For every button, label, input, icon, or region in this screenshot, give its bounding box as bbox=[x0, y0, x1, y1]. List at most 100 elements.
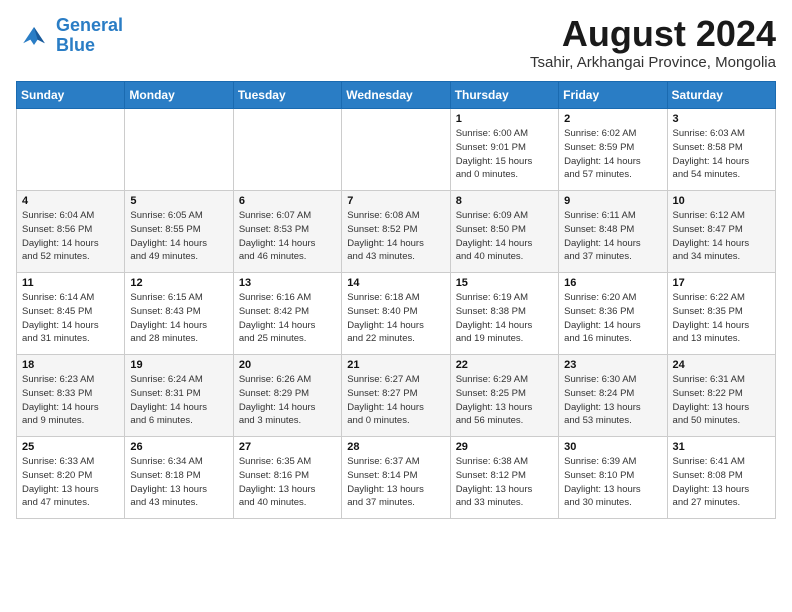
calendar-table: SundayMondayTuesdayWednesdayThursdayFrid… bbox=[16, 81, 776, 519]
weekday-header-row: SundayMondayTuesdayWednesdayThursdayFrid… bbox=[17, 82, 776, 109]
day-number: 3 bbox=[673, 113, 770, 125]
day-cell: 5Sunrise: 6:05 AM Sunset: 8:55 PM Daylig… bbox=[125, 191, 233, 273]
day-info: Sunrise: 6:11 AM Sunset: 8:48 PM Dayligh… bbox=[564, 209, 661, 264]
day-cell: 7Sunrise: 6:08 AM Sunset: 8:52 PM Daylig… bbox=[342, 191, 450, 273]
day-number: 21 bbox=[347, 359, 444, 371]
day-info: Sunrise: 6:30 AM Sunset: 8:24 PM Dayligh… bbox=[564, 373, 661, 428]
day-info: Sunrise: 6:29 AM Sunset: 8:25 PM Dayligh… bbox=[456, 373, 553, 428]
day-number: 8 bbox=[456, 195, 553, 207]
day-number: 1 bbox=[456, 113, 553, 125]
day-info: Sunrise: 6:23 AM Sunset: 8:33 PM Dayligh… bbox=[22, 373, 119, 428]
page-header: General Blue August 2024 Tsahir, Arkhang… bbox=[16, 16, 776, 71]
day-cell: 14 Sunrise: 6:18 AM Sunset: 8:40 PM Dayli… bbox=[342, 273, 450, 355]
day-number: 2 bbox=[564, 113, 661, 125]
week-row-5: 25Sunrise: 6:33 AM Sunset: 8:20 PM Dayli… bbox=[17, 437, 776, 519]
day-cell: 26 Sunrise: 6:34 AM Sunset: 8:18 PM Dayli… bbox=[125, 437, 233, 519]
day-cell: 19 Sunrise: 6:24 AM Sunset: 8:31 PM Dayli… bbox=[125, 355, 233, 437]
day-cell: 16 Sunrise: 6:20 AM Sunset: 8:36 PM Dayli… bbox=[559, 273, 667, 355]
day-info: Sunrise: 6:07 AM Sunset: 8:53 PM Dayligh… bbox=[239, 209, 336, 264]
day-cell bbox=[342, 109, 450, 191]
weekday-header-thursday: Thursday bbox=[450, 82, 558, 109]
month-year: August 2024 bbox=[530, 16, 776, 52]
day-cell: 21 Sunrise: 6:27 AM Sunset: 8:27 PM Dayli… bbox=[342, 355, 450, 437]
day-info: Sunrise: 6:09 AM Sunset: 8:50 PM Dayligh… bbox=[456, 209, 553, 264]
day-number: 31 bbox=[673, 441, 770, 453]
logo-line1: General bbox=[56, 15, 123, 35]
day-number: 19 bbox=[130, 359, 227, 371]
day-number: 5 bbox=[130, 195, 227, 207]
day-number: 27 bbox=[239, 441, 336, 453]
day-number: 14 bbox=[347, 277, 444, 289]
day-number: 6 bbox=[239, 195, 336, 207]
day-number: 12 bbox=[130, 277, 227, 289]
day-info: Sunrise: 6:19 AM Sunset: 8:38 PM Dayligh… bbox=[456, 291, 553, 346]
day-number: 24 bbox=[673, 359, 770, 371]
weekday-header-wednesday: Wednesday bbox=[342, 82, 450, 109]
day-info: Sunrise: 6:34 AM Sunset: 8:18 PM Dayligh… bbox=[130, 455, 227, 510]
weekday-header-tuesday: Tuesday bbox=[233, 82, 341, 109]
day-cell: 31 Sunrise: 6:41 AM Sunset: 8:08 PM Dayli… bbox=[667, 437, 775, 519]
day-info: Sunrise: 6:38 AM Sunset: 8:12 PM Dayligh… bbox=[456, 455, 553, 510]
day-number: 13 bbox=[239, 277, 336, 289]
week-row-2: 4 Sunrise: 6:04 AM Sunset: 8:56 PM Daylig… bbox=[17, 191, 776, 273]
day-cell: 28 Sunrise: 6:37 AM Sunset: 8:14 PM Dayli… bbox=[342, 437, 450, 519]
day-number: 30 bbox=[564, 441, 661, 453]
day-info: Sunrise: 6:26 AM Sunset: 8:29 PM Dayligh… bbox=[239, 373, 336, 428]
day-number: 26 bbox=[130, 441, 227, 453]
day-number: 23 bbox=[564, 359, 661, 371]
day-info: Sunrise: 6:37 AM Sunset: 8:14 PM Dayligh… bbox=[347, 455, 444, 510]
day-cell: 2 Sunrise: 6:02 AM Sunset: 8:59 PM Daylig… bbox=[559, 109, 667, 191]
day-number: 25 bbox=[22, 441, 119, 453]
day-number: 28 bbox=[347, 441, 444, 453]
weekday-header-friday: Friday bbox=[559, 82, 667, 109]
day-number: 4 bbox=[22, 195, 119, 207]
day-info: Sunrise: 6:27 AM Sunset: 8:27 PM Dayligh… bbox=[347, 373, 444, 428]
logo-text: General Blue bbox=[56, 16, 123, 56]
logo: General Blue bbox=[16, 16, 123, 56]
week-row-3: 11 Sunrise: 6:14 AM Sunset: 8:45 PM Dayli… bbox=[17, 273, 776, 355]
day-cell: 13 Sunrise: 6:16 AM Sunset: 8:42 PM Dayli… bbox=[233, 273, 341, 355]
day-cell: 10 Sunrise: 6:12 AM Sunset: 8:47 PM Dayli… bbox=[667, 191, 775, 273]
day-info: Sunrise: 6:22 AM Sunset: 8:35 PM Dayligh… bbox=[673, 291, 770, 346]
day-info: Sunrise: 6:14 AM Sunset: 8:45 PM Dayligh… bbox=[22, 291, 119, 346]
weekday-header-sunday: Sunday bbox=[17, 82, 125, 109]
day-cell: 6 Sunrise: 6:07 AM Sunset: 8:53 PM Daylig… bbox=[233, 191, 341, 273]
day-cell: 23 Sunrise: 6:30 AM Sunset: 8:24 PM Dayli… bbox=[559, 355, 667, 437]
day-info: Sunrise: 6:41 AM Sunset: 8:08 PM Dayligh… bbox=[673, 455, 770, 510]
week-row-4: 18 Sunrise: 6:23 AM Sunset: 8:33 PM Dayli… bbox=[17, 355, 776, 437]
day-number: 22 bbox=[456, 359, 553, 371]
weekday-header-saturday: Saturday bbox=[667, 82, 775, 109]
day-number: 17 bbox=[673, 277, 770, 289]
day-cell: 25Sunrise: 6:33 AM Sunset: 8:20 PM Dayli… bbox=[17, 437, 125, 519]
day-info: Sunrise: 6:12 AM Sunset: 8:47 PM Dayligh… bbox=[673, 209, 770, 264]
day-info: Sunrise: 6:04 AM Sunset: 8:56 PM Dayligh… bbox=[22, 209, 119, 264]
day-info: Sunrise: 6:18 AM Sunset: 8:40 PM Dayligh… bbox=[347, 291, 444, 346]
day-cell: 9Sunrise: 6:11 AM Sunset: 8:48 PM Daylig… bbox=[559, 191, 667, 273]
day-info: Sunrise: 6:24 AM Sunset: 8:31 PM Dayligh… bbox=[130, 373, 227, 428]
day-cell: 17 Sunrise: 6:22 AM Sunset: 8:35 PM Dayli… bbox=[667, 273, 775, 355]
title-block: August 2024 Tsahir, Arkhangai Province, … bbox=[530, 16, 776, 71]
day-number: 29 bbox=[456, 441, 553, 453]
day-cell: 22 Sunrise: 6:29 AM Sunset: 8:25 PM Dayli… bbox=[450, 355, 558, 437]
day-info: Sunrise: 6:03 AM Sunset: 8:58 PM Dayligh… bbox=[673, 127, 770, 182]
day-info: Sunrise: 6:20 AM Sunset: 8:36 PM Dayligh… bbox=[564, 291, 661, 346]
day-info: Sunrise: 6:31 AM Sunset: 8:22 PM Dayligh… bbox=[673, 373, 770, 428]
day-cell: 12 Sunrise: 6:15 AM Sunset: 8:43 PM Dayli… bbox=[125, 273, 233, 355]
day-number: 11 bbox=[22, 277, 119, 289]
day-info: Sunrise: 6:02 AM Sunset: 8:59 PM Dayligh… bbox=[564, 127, 661, 182]
day-number: 18 bbox=[22, 359, 119, 371]
location-subtitle: Tsahir, Arkhangai Province, Mongolia bbox=[530, 54, 776, 71]
day-cell: 18 Sunrise: 6:23 AM Sunset: 8:33 PM Dayli… bbox=[17, 355, 125, 437]
day-cell: 29 Sunrise: 6:38 AM Sunset: 8:12 PM Dayli… bbox=[450, 437, 558, 519]
day-info: Sunrise: 6:35 AM Sunset: 8:16 PM Dayligh… bbox=[239, 455, 336, 510]
day-info: Sunrise: 6:16 AM Sunset: 8:42 PM Dayligh… bbox=[239, 291, 336, 346]
day-cell: 4 Sunrise: 6:04 AM Sunset: 8:56 PM Daylig… bbox=[17, 191, 125, 273]
day-number: 16 bbox=[564, 277, 661, 289]
day-cell: 30Sunrise: 6:39 AM Sunset: 8:10 PM Dayli… bbox=[559, 437, 667, 519]
day-cell bbox=[17, 109, 125, 191]
day-cell: 15Sunrise: 6:19 AM Sunset: 8:38 PM Dayli… bbox=[450, 273, 558, 355]
day-number: 10 bbox=[673, 195, 770, 207]
day-info: Sunrise: 6:15 AM Sunset: 8:43 PM Dayligh… bbox=[130, 291, 227, 346]
day-number: 20 bbox=[239, 359, 336, 371]
day-cell: 1Sunrise: 6:00 AM Sunset: 9:01 PM Daylig… bbox=[450, 109, 558, 191]
